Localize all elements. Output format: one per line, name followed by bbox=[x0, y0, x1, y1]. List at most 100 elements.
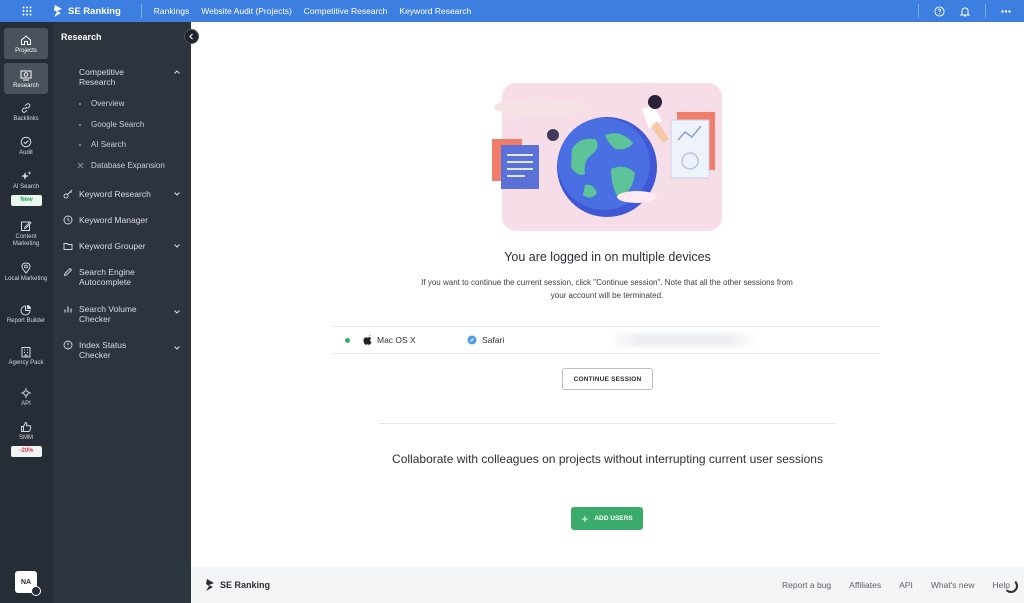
keyword-manager-icon bbox=[63, 215, 73, 225]
help-widget-icon[interactable] bbox=[1004, 579, 1018, 593]
competitive-research-icon bbox=[63, 67, 73, 77]
avatar-settings-icon bbox=[31, 586, 41, 596]
footer-brand: SE Ranking bbox=[220, 580, 271, 590]
rail-label: Agency Pack bbox=[8, 360, 44, 366]
apps-grid-icon[interactable] bbox=[17, 1, 37, 21]
bullet bbox=[79, 102, 81, 105]
rail-label: Projects bbox=[15, 48, 37, 54]
rail-label: Research bbox=[13, 83, 39, 89]
chevron-down-icon bbox=[174, 244, 180, 248]
index-status-icon bbox=[63, 340, 73, 350]
subnav-sub-overview[interactable]: Overview bbox=[79, 99, 124, 108]
brand-logo[interactable]: SE Ranking bbox=[53, 5, 121, 17]
se-ranking-logo-icon bbox=[206, 579, 214, 591]
rail-label: Local Marketing bbox=[4, 276, 48, 282]
subnav-item-keyword-grouper[interactable]: Keyword Grouper bbox=[63, 241, 183, 251]
nav-keyword-research[interactable]: Keyword Research bbox=[399, 6, 471, 16]
safari-icon bbox=[467, 335, 477, 345]
chevron-up-icon bbox=[174, 70, 180, 74]
subnav-item-label: Keyword Manager bbox=[79, 215, 148, 225]
subnav-sub-ai-search[interactable]: AI Search bbox=[79, 140, 126, 149]
rail-label: Report Builder bbox=[6, 318, 46, 324]
check-circle-icon bbox=[19, 135, 33, 149]
footer: SE Ranking Report a bug Affiliates API W… bbox=[191, 567, 1024, 603]
topbar-right-divider bbox=[918, 4, 919, 18]
chevron-left-icon bbox=[189, 33, 193, 40]
more-icon[interactable] bbox=[1000, 5, 1012, 17]
rail-item-content-marketing[interactable]: Content Marketing bbox=[4, 219, 48, 248]
rail-item-local-marketing[interactable]: Local Marketing bbox=[4, 261, 48, 283]
subnav-item-competitive-research[interactable]: Competitive Research bbox=[63, 67, 183, 87]
add-users-button[interactable]: + ADD USERS bbox=[571, 507, 643, 530]
link-icon bbox=[19, 101, 33, 115]
rail-item-report-builder[interactable]: Report Builder bbox=[4, 303, 48, 325]
research-subnav: Research Competitive Research Overview G… bbox=[53, 22, 191, 603]
rail-item-backlinks[interactable]: Backlinks bbox=[4, 101, 48, 123]
subnav-item-search-volume-checker[interactable]: Search Volume Checker bbox=[63, 304, 183, 324]
subnav-title: Research bbox=[61, 32, 102, 42]
topbar-right-divider-2 bbox=[985, 4, 986, 18]
topbar-divider bbox=[140, 4, 142, 18]
sparkle-icon bbox=[19, 169, 33, 183]
pencil-icon bbox=[63, 267, 73, 277]
rail-item-ai-search[interactable]: AI Search bbox=[4, 169, 48, 191]
pin-icon bbox=[19, 261, 33, 275]
rail-label: AI Search bbox=[12, 184, 40, 190]
ai-search-new-badge: New bbox=[11, 195, 42, 206]
rail-item-smm[interactable]: SMM bbox=[4, 420, 48, 442]
top-bar: SE Ranking Rankings Website Audit (Proje… bbox=[0, 0, 1024, 22]
folder-icon bbox=[63, 241, 73, 251]
bell-icon[interactable] bbox=[959, 5, 971, 17]
continue-session-button[interactable]: CONTINUE SESSION bbox=[562, 368, 653, 390]
collapse-sidebar-button[interactable] bbox=[184, 29, 199, 44]
footer-link-report-bug[interactable]: Report a bug bbox=[782, 580, 831, 590]
chevron-down-icon bbox=[174, 346, 180, 350]
subnav-item-search-engine-autocomplete[interactable]: Search Engine Autocomplete bbox=[63, 267, 183, 287]
subnav-item-index-status-checker[interactable]: Index Status Checker bbox=[63, 340, 183, 360]
rail-item-agency-pack[interactable]: Agency Pack bbox=[4, 345, 48, 367]
footer-link-api[interactable]: API bbox=[899, 580, 913, 590]
subnav-item-label: Competitive Research bbox=[79, 67, 124, 87]
section-divider bbox=[379, 423, 836, 424]
bullet bbox=[79, 123, 81, 126]
nav-competitive-research[interactable]: Competitive Research bbox=[304, 6, 388, 16]
session-os: Mac OS X bbox=[363, 335, 453, 345]
home-icon bbox=[19, 33, 33, 47]
subnav-sub-google-search[interactable]: Google Search bbox=[79, 120, 144, 129]
session-browser: Safari bbox=[467, 335, 504, 345]
bullet bbox=[79, 143, 81, 146]
footer-links: Report a bug Affiliates API What's new H… bbox=[782, 580, 1010, 590]
nav-rankings[interactable]: Rankings bbox=[154, 6, 189, 16]
rail-label: Content Marketing bbox=[12, 234, 40, 247]
apple-icon bbox=[363, 335, 372, 345]
subnav-item-label: Search Volume Checker bbox=[79, 304, 137, 324]
chevron-down-icon bbox=[174, 310, 180, 314]
subnav-sub-database-expansion[interactable]: Database Expansion bbox=[77, 161, 165, 170]
rail-item-projects[interactable]: Projects bbox=[4, 28, 48, 59]
sub-item-label: Database Expansion bbox=[91, 161, 165, 170]
api-icon bbox=[19, 386, 33, 400]
footer-link-whats-new[interactable]: What's new bbox=[931, 580, 975, 590]
avatar-initials: NA bbox=[20, 578, 32, 586]
rail-item-audit[interactable]: Audit bbox=[4, 135, 48, 157]
icon-rail: Projects Research Backlinks Audit AI Sea… bbox=[0, 22, 53, 603]
help-icon[interactable] bbox=[933, 5, 945, 17]
session-os-label: Mac OS X bbox=[377, 335, 416, 345]
user-avatar[interactable]: NA bbox=[15, 571, 41, 596]
subnav-item-keyword-research[interactable]: Keyword Research bbox=[63, 189, 183, 199]
sub-item-label: AI Search bbox=[91, 140, 127, 149]
collaborate-heading: Collaborate with colleagues on projects … bbox=[392, 452, 823, 466]
rail-label: SMM bbox=[19, 435, 33, 441]
nav-website-audit[interactable]: Website Audit (Projects) bbox=[201, 6, 292, 16]
rail-label: API bbox=[21, 401, 31, 407]
session-browser-label: Safari bbox=[482, 335, 505, 345]
bar-chart-icon bbox=[63, 304, 73, 314]
rail-item-api[interactable]: API bbox=[4, 386, 48, 408]
redacted-ip bbox=[608, 333, 758, 347]
footer-link-affiliates[interactable]: Affiliates bbox=[849, 580, 881, 590]
rail-item-research[interactable]: Research bbox=[4, 63, 48, 94]
se-ranking-logo-icon bbox=[54, 5, 62, 17]
footer-logo[interactable]: SE Ranking bbox=[205, 579, 270, 591]
subnav-item-keyword-manager[interactable]: Keyword Manager bbox=[63, 215, 183, 225]
subnav-item-label: Index Status Checker bbox=[79, 340, 127, 360]
